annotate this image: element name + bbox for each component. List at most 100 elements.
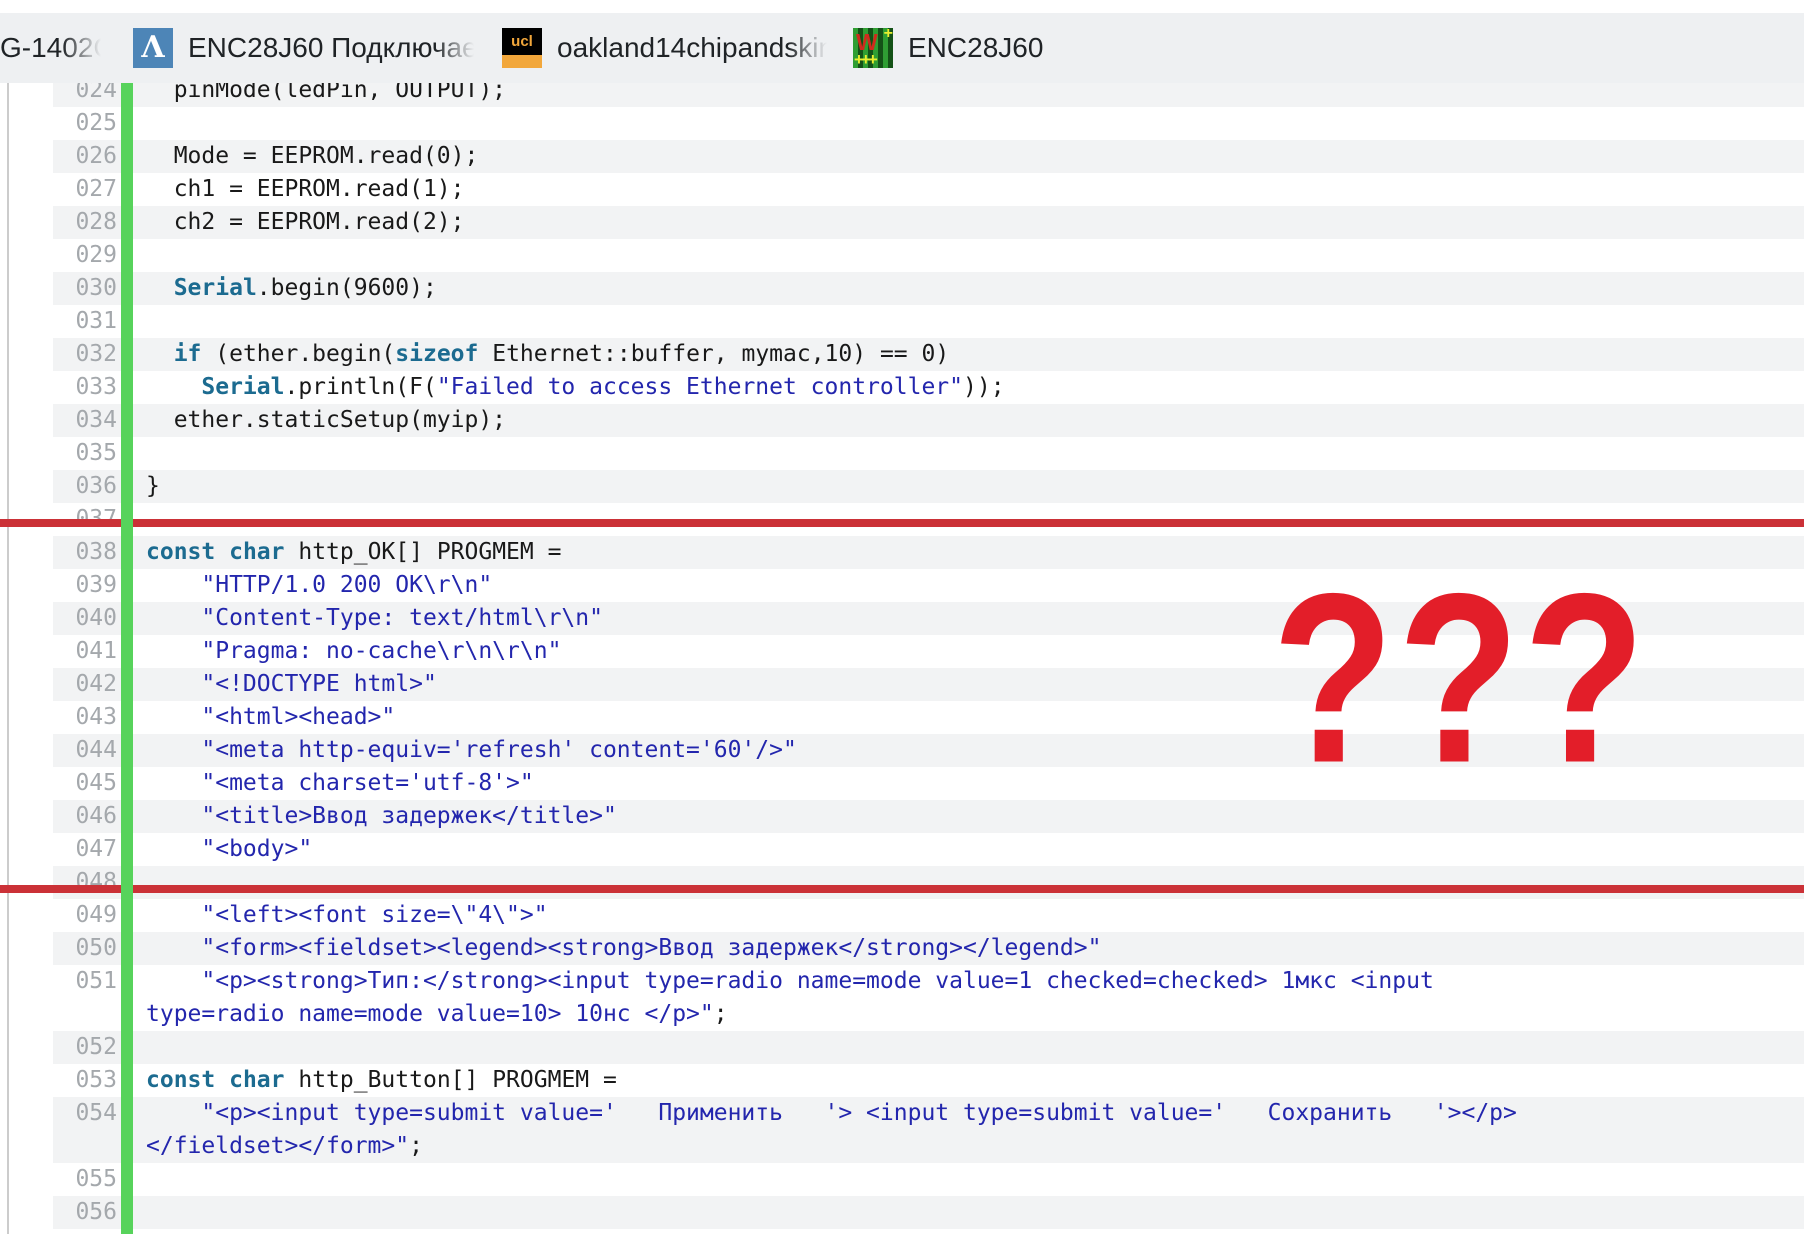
line-number: 044 [53, 734, 117, 767]
line-number: 027 [53, 173, 117, 206]
tab-g1402g[interactable]: G-1402G [0, 13, 108, 83]
tab-title: ENC28J60 [908, 32, 1043, 64]
annotation-line-bottom [0, 885, 1804, 893]
line-number: 048 [53, 866, 117, 899]
code-text: "<html><head>" [146, 701, 395, 734]
code-line-row: 025 [53, 107, 1804, 140]
code-line-row: 047 "<body>" [53, 833, 1804, 866]
line-number: 056 [53, 1196, 117, 1229]
pixel-art-favicon-icon: W +++ + [853, 28, 893, 68]
code-line-row: 026 Mode = EEPROM.read(0); [53, 140, 1804, 173]
code-line-row: 048 [53, 866, 1804, 899]
code-text: "<meta charset='utf-8'>" [146, 767, 534, 800]
code-text: "Pragma: no-cache\r\n\r\n" [146, 635, 561, 668]
line-number: 043 [53, 701, 117, 734]
line-number: 028 [53, 206, 117, 239]
code-line-row: 057 [53, 1229, 1804, 1234]
code-line-row: 052 [53, 1031, 1804, 1064]
code-line-row: type=radio name=mode value=10> 10нс </p>… [53, 998, 1804, 1031]
line-number: 047 [53, 833, 117, 866]
changed-lines-bar [121, 83, 133, 1234]
line-number: 031 [53, 305, 117, 338]
code-line-row: 027 ch1 = EEPROM.read(1); [53, 173, 1804, 206]
code-line-row: 049 "<left><font size=\"4\">" [53, 899, 1804, 932]
line-number: 032 [53, 338, 117, 371]
code-text: type=radio name=mode value=10> 10нс </p>… [146, 998, 728, 1031]
line-number: 052 [53, 1031, 117, 1064]
line-number: 045 [53, 767, 117, 800]
code-line-row: 030 Serial.begin(9600); [53, 272, 1804, 305]
code-text: "HTTP/1.0 200 OK\r\n" [146, 569, 492, 602]
line-number: 034 [53, 404, 117, 437]
line-number: 039 [53, 569, 117, 602]
code-line-row: 028 ch2 = EEPROM.read(2); [53, 206, 1804, 239]
code-line-row: 029 [53, 239, 1804, 272]
code-line-row: </fieldset></form>"; [53, 1130, 1804, 1163]
code-text: "<p><input type=submit value=' Применить… [146, 1097, 1517, 1130]
code-text: } [146, 470, 160, 503]
screenshot-root: 024 pinMode(ledPin, OUTPUT);025026 Mode … [0, 0, 1804, 1234]
line-number: 040 [53, 602, 117, 635]
tab-enc28j60[interactable]: W +++ + ENC28J60 [853, 13, 1073, 83]
code-text: if (ether.begin(sizeof Ethernet::buffer,… [146, 338, 949, 371]
line-number: 049 [53, 899, 117, 932]
line-number: 041 [53, 635, 117, 668]
question-marks-annotation: ??? [1272, 558, 1649, 800]
code-text: const char http_OK[] PROGMEM = [146, 536, 561, 569]
code-line-row: 051 "<p><strong>Тип:</strong><input type… [53, 965, 1804, 998]
code-text: "<title>Ввод задержек</title>" [146, 800, 617, 833]
code-text: "<meta http-equiv='refresh' content='60'… [146, 734, 797, 767]
code-text: ch1 = EEPROM.read(1); [146, 173, 465, 206]
line-number: 042 [53, 668, 117, 701]
code-line-row: 053 const char http_Button[] PROGMEM = [53, 1064, 1804, 1097]
code-text: "<!DOCTYPE html>" [146, 668, 437, 701]
code-text: "<form><fieldset><legend><strong>Ввод за… [146, 932, 1101, 965]
gutter-border-line [7, 83, 9, 1234]
code-line-row: 036} [53, 470, 1804, 503]
line-number: 036 [53, 470, 117, 503]
tab-strip: G-1402G Λ ENC28J60 Подключае ucl oakland… [0, 13, 1804, 83]
line-number: 038 [53, 536, 117, 569]
code-text: Mode = EEPROM.read(0); [146, 140, 478, 173]
code-text: const char http_Button[] PROGMEM = [146, 1064, 617, 1097]
tab-title-fade [435, 13, 481, 83]
code-text: "<body>" [146, 833, 312, 866]
browser-tab-bar: G-1402G Λ ENC28J60 Подключае ucl oakland… [0, 0, 1804, 83]
line-number: 033 [53, 371, 117, 404]
code-line-row: 031 [53, 305, 1804, 338]
code-line-row: 050 "<form><fieldset><legend><strong>Вво… [53, 932, 1804, 965]
line-number: 035 [53, 437, 117, 470]
code-text: "<p><strong>Тип:</strong><input type=rad… [146, 965, 1434, 998]
ucl-favicon-icon: ucl [502, 28, 542, 68]
line-number: 046 [53, 800, 117, 833]
code-line-row: 032 if (ether.begin(sizeof Ethernet::buf… [53, 338, 1804, 371]
code-line-row: 033 Serial.println(F("Failed to access E… [53, 371, 1804, 404]
code-text: "<left><font size=\"4\">" [146, 899, 548, 932]
code-line-row: 035 [53, 437, 1804, 470]
code-line-row: 054 "<p><input type=submit value=' Приме… [53, 1097, 1804, 1130]
line-number: 050 [53, 932, 117, 965]
code-text: </fieldset></form>"; [146, 1130, 423, 1163]
code-text: ch2 = EEPROM.read(2); [146, 206, 465, 239]
code-line-row: 034 ether.staticSetup(myip); [53, 404, 1804, 437]
line-number: 030 [53, 272, 117, 305]
line-number: 051 [53, 965, 117, 998]
line-number: 025 [53, 107, 117, 140]
code-line-row: 055 [53, 1163, 1804, 1196]
code-line-row: 056 [53, 1196, 1804, 1229]
code-text: Serial.begin(9600); [146, 272, 437, 305]
tab-title-fade [62, 13, 108, 83]
tab-oakland14chipandskin[interactable]: ucl oakland14chipandskin [502, 13, 834, 83]
tab-enc28j60-forum[interactable]: Λ ENC28J60 Подключае [133, 13, 481, 83]
line-number: 057 [53, 1229, 117, 1234]
line-number: 054 [53, 1097, 117, 1130]
code-text: ether.staticSetup(myip); [146, 404, 506, 437]
line-number: 029 [53, 239, 117, 272]
annotation-line-top [0, 519, 1804, 527]
code-text: Serial.println(F("Failed to access Ether… [146, 371, 1005, 404]
line-number: 053 [53, 1064, 117, 1097]
code-text: "Content-Type: text/html\r\n" [146, 602, 603, 635]
lambda-favicon-icon: Λ [133, 28, 173, 68]
line-number: 026 [53, 140, 117, 173]
line-number: 055 [53, 1163, 117, 1196]
